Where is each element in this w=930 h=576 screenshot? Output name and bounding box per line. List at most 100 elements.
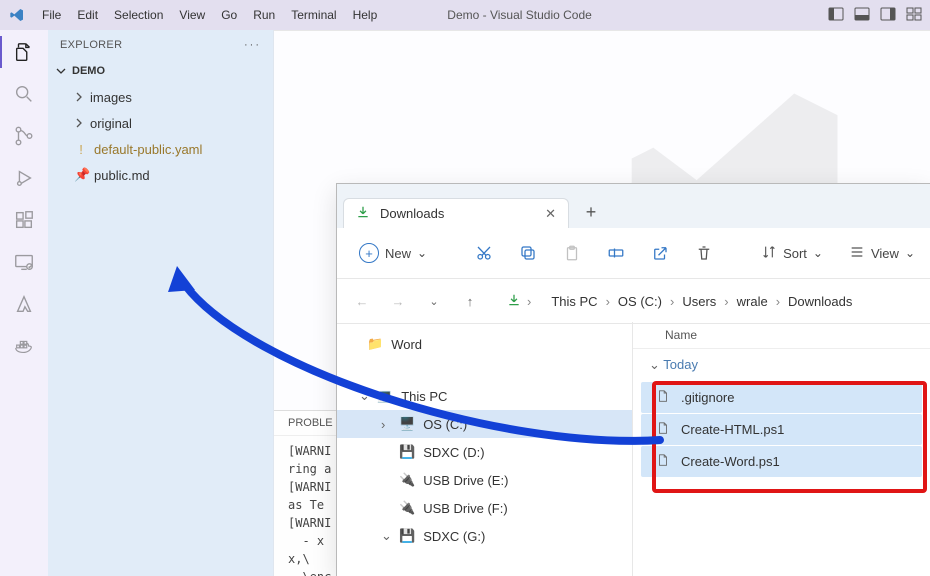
downloads-icon [356,205,370,222]
pc-icon: 💻 [377,388,393,404]
nav-recent-icon[interactable]: ⌄ [419,286,449,316]
delete-icon[interactable] [687,240,721,266]
col-name[interactable]: Name [665,328,697,342]
nav-up-icon[interactable]: ↑ [455,286,485,316]
remote-tab-icon[interactable] [12,250,36,274]
share-icon[interactable] [643,240,677,266]
breadcrumb-item[interactable]: wrale [733,292,772,311]
vscode-title: Demo - Visual Studio Code [387,8,826,22]
chevron-right-icon [74,118,84,128]
file-tree: imagesoriginal!default-public.yaml📌publi… [48,82,273,190]
close-tab-icon[interactable]: ✕ [545,206,556,222]
layout-bottom-icon[interactable] [854,7,870,24]
tree-node[interactable]: 📌public.md [48,162,273,188]
cut-icon[interactable] [467,240,501,266]
explorer-tab[interactable]: Downloads ✕ [343,198,569,228]
modified-icon: ! [74,142,88,157]
sort-icon [761,244,777,263]
more-icon[interactable]: ··· [244,39,261,51]
navpane-drive[interactable]: › 🖥️ OS (C:) [337,410,632,438]
chevron-icon: ⌄ [381,528,391,544]
tree-node[interactable]: original [48,110,273,136]
breadcrumb-item[interactable]: Downloads [784,292,856,311]
chevron-right-icon [74,92,84,102]
chevron-down-icon [56,66,66,76]
nav-forward-icon: → [383,286,413,316]
breadcrumb-item[interactable]: This PC [547,292,601,311]
breadcrumb-item[interactable]: Users [678,292,720,311]
explorer-tabstrip: Downloads ✕ + [337,184,930,228]
vscode-logo-icon [8,6,26,24]
layout-right-icon[interactable] [880,7,896,24]
layout-left-icon[interactable] [828,7,844,24]
file-explorer-window: Downloads ✕ + + New ⌄ Sort ⌄ View ⌄ [336,183,930,576]
file-icon [655,452,671,471]
chevron-down-icon: ⌄ [813,246,823,260]
pinned-icon: 📌 [74,167,88,183]
drive-icon: 💾 [399,444,415,460]
navpane-thispc[interactable]: ⌄ 💻 This PC [337,382,632,410]
file-icon [655,420,671,439]
menu-edit[interactable]: Edit [69,5,106,25]
tree-node[interactable]: images [48,84,273,110]
menu-view[interactable]: View [171,5,213,25]
drive-icon: 🔌 [399,472,415,488]
chevron-down-icon: ⌄ [359,388,369,404]
drive-icon: 🔌 [399,500,415,516]
sidebar-title: EXPLORER [60,39,122,51]
rename-icon[interactable] [599,240,633,266]
menu-selection[interactable]: Selection [106,5,171,25]
downloads-icon [507,293,521,310]
sort-button[interactable]: Sort ⌄ [753,240,831,267]
file-row[interactable]: .gitignore [641,382,922,413]
drive-icon: 🖥️ [399,416,415,432]
vscode-titlebar: FileEditSelectionViewGoRunTerminalHelp D… [0,0,930,30]
azure-tab-icon[interactable] [12,292,36,316]
breadcrumb-item[interactable]: OS (C:) [614,292,666,311]
navpane-drive[interactable]: ⌄ 💾 SDXC (G:) [337,522,632,550]
extensions-tab-icon[interactable] [12,208,36,232]
explorer-tab-icon[interactable] [12,40,36,64]
navpane-drive[interactable]: 💾 SDXC (D:) [337,438,632,466]
docker-tab-icon[interactable] [12,334,36,358]
file-icon [655,388,671,407]
run-debug-tab-icon[interactable] [12,166,36,190]
search-tab-icon[interactable] [12,82,36,106]
source-control-tab-icon[interactable] [12,124,36,148]
view-button[interactable]: View ⌄ [841,240,923,267]
menu-go[interactable]: Go [213,5,245,25]
file-list[interactable]: Name ⌄ Today .gitignore Create-HTML.ps1 … [633,322,930,576]
navpane-folder[interactable]: 📁 Word [337,330,632,358]
navpane-drive[interactable]: 🔌 USB Drive (E:) [337,466,632,494]
menu-help[interactable]: Help [345,5,386,25]
navpane-drive[interactable]: 🔌 USB Drive (F:) [337,494,632,522]
panel-tab[interactable]: PROBLE [288,417,333,429]
explorer-addressbar: ← → ⌄ ↑ › This PC›OS (C:)›Users›wrale›Do… [337,279,930,324]
tree-node[interactable]: !default-public.yaml [48,136,273,162]
chevron-icon: › [381,417,391,432]
paste-icon [555,240,589,266]
explorer-sidebar: EXPLORER ··· DEMO imagesoriginal!default… [48,30,274,576]
copy-icon[interactable] [511,240,545,266]
activity-bar [0,30,48,576]
vscode-layout-controls[interactable] [828,7,922,24]
file-row[interactable]: Create-HTML.ps1 [641,414,922,445]
chevron-down-icon: ⌄ [417,246,427,260]
folder-icon: 📁 [367,336,383,352]
menu-terminal[interactable]: Terminal [283,5,344,25]
view-icon [849,244,865,263]
group-header[interactable]: ⌄ Today [633,349,930,381]
nav-back-icon: ← [347,286,377,316]
nav-pane[interactable]: 📁 Word ⌄ 💻 This PC › 🖥️ OS (C:) 💾 SDXC (… [337,322,633,576]
folder-section[interactable]: DEMO [48,60,273,82]
drive-icon: 💾 [399,528,415,544]
menu-run[interactable]: Run [245,5,283,25]
explorer-toolbar: + New ⌄ Sort ⌄ View ⌄ [337,228,930,279]
new-button[interactable]: + New ⌄ [351,239,435,267]
layout-customize-icon[interactable] [906,7,922,24]
menu-file[interactable]: File [34,5,69,25]
plus-circle-icon: + [359,243,379,263]
new-tab-button[interactable]: + [575,196,607,228]
file-row[interactable]: Create-Word.ps1 [641,446,922,477]
chevron-down-icon: ⌄ [649,357,660,372]
